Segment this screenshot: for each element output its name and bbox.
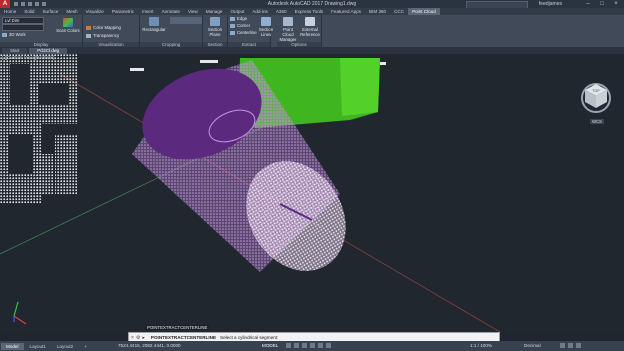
display-panel: Lvl Dim 3D Work Scan Colors Display	[0, 15, 83, 47]
title-bar: A Autodesk AutoCAD 2017 Drawing1.dwg fee…	[0, 0, 624, 9]
close-icon[interactable]: ×	[131, 335, 134, 341]
tab-bim-360[interactable]: BIM 360	[365, 8, 390, 15]
point-cloud-manager-button[interactable]: Point Cloud Manager	[277, 17, 299, 42]
wrench-icon[interactable]: ⚙	[136, 335, 140, 341]
annotation-scale[interactable]: 1:1 / 100%	[470, 343, 492, 348]
customize-icon[interactable]	[560, 343, 565, 348]
tab-ccc[interactable]: CCC	[390, 8, 408, 15]
rectangular-button[interactable]: Rectangular	[142, 17, 166, 32]
tab-solid[interactable]: Solid	[20, 8, 38, 15]
prompt-icon: ▸	[142, 334, 145, 341]
transparency-icon	[86, 33, 91, 38]
extract-panel: Edge Corner Centerline Section Lines Ext…	[228, 15, 274, 47]
maximize-icon[interactable]: □	[596, 0, 608, 7]
section-lines-icon	[261, 17, 271, 26]
user-name[interactable]: feedjames	[539, 1, 562, 7]
layout-tab-layout2[interactable]: Layout2	[52, 343, 78, 350]
tab-express-tools[interactable]: Express Tools	[291, 8, 328, 15]
tab-view[interactable]: View	[184, 8, 202, 15]
tab-featured-apps[interactable]: Featured Apps	[327, 8, 365, 15]
viewport-canvas[interactable]	[0, 54, 624, 332]
fullscreen-icon[interactable]	[568, 343, 573, 348]
units-readout[interactable]: Decimal	[524, 343, 541, 348]
cropping-panel: Rectangular Cropping	[140, 15, 203, 47]
corner-icon	[230, 23, 235, 28]
display-combo-1[interactable]: Lvl Dim	[2, 17, 44, 24]
corner-button[interactable]: Corner	[230, 23, 250, 28]
visualization-panel: Color Mapping Transparency Visualization	[83, 15, 140, 47]
3d-work-icon	[2, 32, 7, 37]
cropping-combo[interactable]	[170, 17, 202, 24]
external-reference-icon	[305, 17, 315, 26]
external-reference-button[interactable]: External Reference	[299, 17, 321, 37]
transparency-button[interactable]: Transparency	[86, 33, 119, 38]
viewcube[interactable]: TOP WCS	[577, 78, 615, 124]
options-panel: Point Cloud Manager External Reference O…	[277, 15, 322, 47]
section-lines-button[interactable]: Section Lines	[258, 17, 274, 37]
section-panel: Section Plane Section	[203, 15, 228, 47]
color-mapping-icon	[86, 25, 91, 30]
close-icon[interactable]: ×	[610, 0, 622, 7]
minimize-icon[interactable]: –	[582, 0, 594, 7]
ucs-icon	[13, 301, 27, 325]
viewport-label[interactable]: [-][Custom View][Realistic]	[2, 55, 54, 60]
section-plane-icon	[210, 17, 220, 26]
rectangular-crop-icon	[149, 17, 159, 26]
grid-icon[interactable]	[286, 343, 291, 348]
tab-a360[interactable]: A360	[272, 8, 291, 15]
tab-insert[interactable]: Insert	[138, 8, 158, 15]
tab-output[interactable]: Output	[226, 8, 248, 15]
window-controls: – □ ×	[582, 0, 622, 7]
wcs-menu[interactable]: WCS	[590, 119, 604, 124]
model-viewport[interactable]: [-][Custom View][Realistic]	[0, 54, 624, 332]
coordinate-readout: 7524.4415, 2082.4441, 0.0000	[118, 343, 181, 348]
lineweight-icon[interactable]	[326, 343, 331, 348]
command-input[interactable]: Select a cylindrical segment:	[220, 335, 278, 340]
snap-icon[interactable]	[294, 343, 299, 348]
color-mapping-button[interactable]: Color Mapping	[86, 25, 121, 30]
tab-mesh[interactable]: Mesh	[62, 8, 81, 15]
tab-annotate[interactable]: Annotate	[158, 8, 184, 15]
tab-add-ins[interactable]: Add-ins	[248, 8, 272, 15]
polar-icon[interactable]	[310, 343, 315, 348]
point-cloud-manager-icon	[283, 17, 293, 26]
tab-point-cloud[interactable]: Point Cloud	[408, 8, 440, 15]
document-tabs: Start Pcl2Cl.dwg	[0, 47, 624, 54]
command-history: POINTEXTRACTCENTERLINE	[145, 325, 210, 330]
display-combo-2[interactable]	[2, 24, 44, 31]
3d-work-button[interactable]: 3D Work	[2, 32, 26, 37]
ribbon: Lvl Dim 3D Work Scan Colors Display Colo…	[0, 15, 624, 47]
window-title: Autodesk AutoCAD 2017 Drawing1.dwg	[267, 1, 357, 7]
drafting-toggles	[286, 343, 331, 348]
tab-home[interactable]: Home	[0, 8, 20, 15]
centerline-button[interactable]: Centerline	[230, 30, 257, 35]
edge-icon	[230, 16, 235, 21]
add-layout-button[interactable]: +	[79, 343, 92, 350]
tab-surface[interactable]: Surface	[38, 8, 62, 15]
layout-tab-model[interactable]: Model	[1, 342, 24, 350]
centerline-icon	[230, 30, 235, 35]
tab-parametric[interactable]: Parametric	[108, 8, 138, 15]
section-plane-button[interactable]: Section Plane	[204, 17, 226, 37]
model-space-toggle[interactable]: MODEL	[262, 343, 278, 348]
status-tray	[560, 343, 581, 348]
edge-button[interactable]: Edge	[230, 16, 247, 21]
command-prompt: POINTEXTRACTCENTERLINE	[150, 335, 217, 340]
tab-manage[interactable]: Manage	[202, 8, 227, 15]
layout-tab-layout1[interactable]: Layout1	[25, 343, 51, 350]
scan-colors-icon	[63, 18, 73, 27]
osnap-icon[interactable]	[318, 343, 323, 348]
ortho-icon[interactable]	[302, 343, 307, 348]
scan-colors-button[interactable]: Scan Colors	[56, 18, 80, 33]
ribbon-tabs: Home Solid Surface Mesh Visualize Parametric I…	[0, 8, 624, 15]
menu-icon[interactable]	[576, 343, 581, 348]
viewcube-top-label: TOP	[592, 89, 600, 93]
tab-visualize[interactable]: Visualize	[82, 8, 108, 15]
